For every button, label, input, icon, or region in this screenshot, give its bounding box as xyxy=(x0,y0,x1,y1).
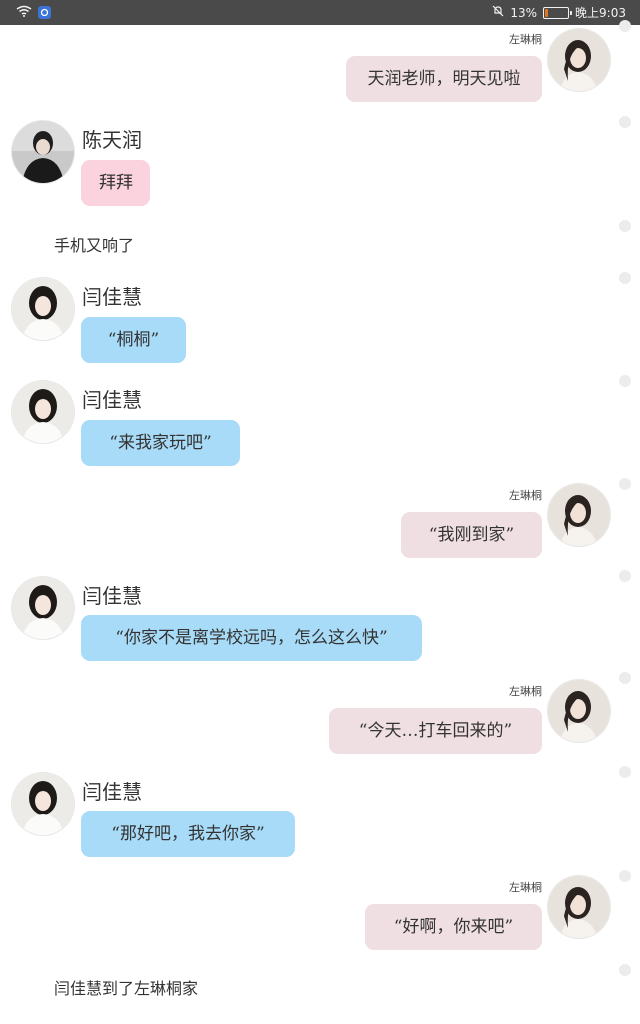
self-sender-name: 左琳桐 xyxy=(509,33,542,46)
message-bubble: 天润老师，明天见啦 xyxy=(346,56,542,102)
mute-icon xyxy=(492,5,504,20)
message-bubble: “来我家玩吧” xyxy=(81,420,240,466)
sender-name: 闫佳慧 xyxy=(82,388,142,412)
friend-avatar[interactable] xyxy=(12,381,74,443)
self-sender-name: 左琳桐 xyxy=(509,685,542,698)
narration-text: 手机又响了 xyxy=(54,236,135,255)
self-sender-name: 左琳桐 xyxy=(509,489,542,502)
message-bubble: “好啊，你来吧” xyxy=(365,904,542,950)
self-sender-name: 左琳桐 xyxy=(509,881,542,894)
teacher-avatar[interactable] xyxy=(12,121,74,183)
scroll-marker xyxy=(619,870,631,882)
self-avatar[interactable] xyxy=(548,484,610,546)
scroll-marker xyxy=(619,964,631,976)
sender-name: 闫佳慧 xyxy=(82,584,142,608)
scroll-marker xyxy=(619,20,631,32)
self-avatar[interactable] xyxy=(548,680,610,742)
scroll-marker xyxy=(619,672,631,684)
scroll-marker xyxy=(619,272,631,284)
status-bar: 13% 晚上9:03 xyxy=(0,0,640,25)
battery-level xyxy=(545,8,549,17)
scroll-marker xyxy=(619,570,631,582)
message-bubble: “你家不是离学校远吗，怎么这么快” xyxy=(81,615,422,661)
scroll-marker xyxy=(619,766,631,778)
scroll-marker xyxy=(619,116,631,128)
sender-name: 陈天润 xyxy=(82,128,142,152)
message-bubble: “那好吧，我去你家” xyxy=(81,811,295,857)
battery-percent: 13% xyxy=(510,5,538,20)
sender-name: 闫佳慧 xyxy=(82,780,142,804)
self-avatar[interactable] xyxy=(548,876,610,938)
message-bubble: “我刚到家” xyxy=(401,512,542,558)
self-avatar[interactable] xyxy=(548,29,610,91)
clock: 晚上9:03 xyxy=(575,6,626,20)
friend-avatar[interactable] xyxy=(12,278,74,340)
scroll-marker xyxy=(619,375,631,387)
app-badge-icon xyxy=(38,6,51,19)
friend-avatar[interactable] xyxy=(12,773,74,835)
narration-text: 闫佳慧到了左琳桐家 xyxy=(54,979,199,998)
scroll-marker xyxy=(619,220,631,232)
message-bubble: 拜拜 xyxy=(81,160,150,206)
status-left xyxy=(16,5,51,20)
battery-icon xyxy=(543,6,573,19)
friend-avatar[interactable] xyxy=(12,577,74,639)
message-bubble: “桐桐” xyxy=(81,317,186,363)
status-right: 13% 晚上9:03 xyxy=(492,4,626,21)
scroll-marker xyxy=(619,478,631,490)
message-bubble: “今天…打车回来的” xyxy=(329,708,542,754)
sender-name: 闫佳慧 xyxy=(82,285,142,309)
wifi-icon xyxy=(16,5,32,20)
